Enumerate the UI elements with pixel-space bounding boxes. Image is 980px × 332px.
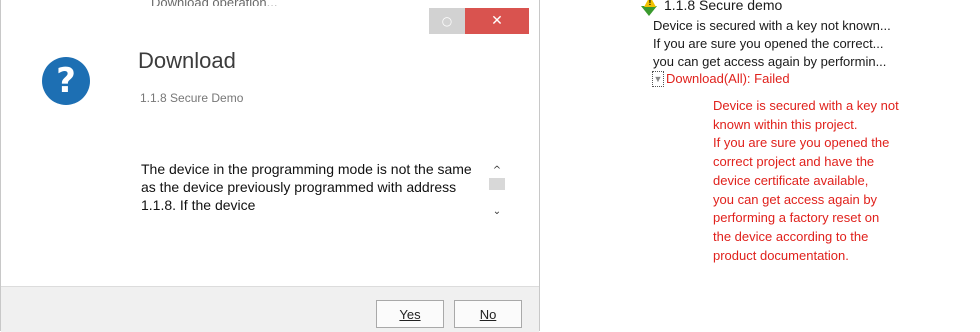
summary-line: If you are sure you opened the correct..… (653, 36, 884, 51)
scrollbar-thumb[interactable] (489, 178, 505, 190)
scroll-down-button[interactable]: ⌄ (489, 204, 505, 218)
error-detail: Device is secured with a key not known w… (713, 97, 958, 265)
status-failed: Download(All): Failed (666, 71, 790, 86)
dialog-title: Download (138, 48, 236, 73)
detail-line: correct project and have the (713, 154, 875, 170)
panel-header[interactable]: ! 1.1.8 Secure demo (640, 0, 940, 16)
scroll-up-button[interactable]: ^ (489, 163, 505, 177)
minimize-button[interactable]: ○ (429, 8, 465, 34)
detail-line: product documentation. (713, 247, 849, 263)
panel-title: 1.1.8 Secure demo (664, 0, 783, 13)
summary-line: you can get access again by performin... (653, 54, 887, 69)
dialog-subtitle: 1.1.8 Secure Demo (140, 91, 244, 105)
detail-line: you can get access again by (713, 191, 878, 207)
close-button[interactable]: ✕ (465, 8, 529, 34)
no-button[interactable]: No (454, 300, 522, 328)
message-text: The device in the programming mode is no… (141, 161, 472, 213)
detail-line: If you are sure you opened the (713, 135, 890, 151)
warning-icon: ! (644, 0, 656, 7)
clipped-caption: Download operation... (151, 0, 351, 6)
download-warning-icon: ! (640, 0, 660, 16)
dialog-footer: Yes No (1, 286, 539, 332)
expand-toggle-icon[interactable]: ▼ (652, 71, 664, 87)
detail-line: the device according to the (713, 228, 869, 244)
summary-line: Device is secured with a key not known..… (653, 18, 891, 33)
yes-button[interactable]: Yes (376, 300, 444, 328)
detail-line: known within this project. (713, 116, 858, 132)
detail-line: Device is secured with a key not (713, 98, 899, 113)
question-icon: ? (42, 57, 90, 105)
download-result-panel: ! 1.1.8 Secure demo Device is secured wi… (640, 0, 980, 331)
detail-line: device certificate available, (713, 172, 869, 188)
download-dialog: Download operation... ○ ✕ ? Download 1.1… (0, 0, 540, 332)
detail-line: performing a factory reset on (713, 210, 880, 226)
download-arrow-icon (641, 6, 657, 16)
